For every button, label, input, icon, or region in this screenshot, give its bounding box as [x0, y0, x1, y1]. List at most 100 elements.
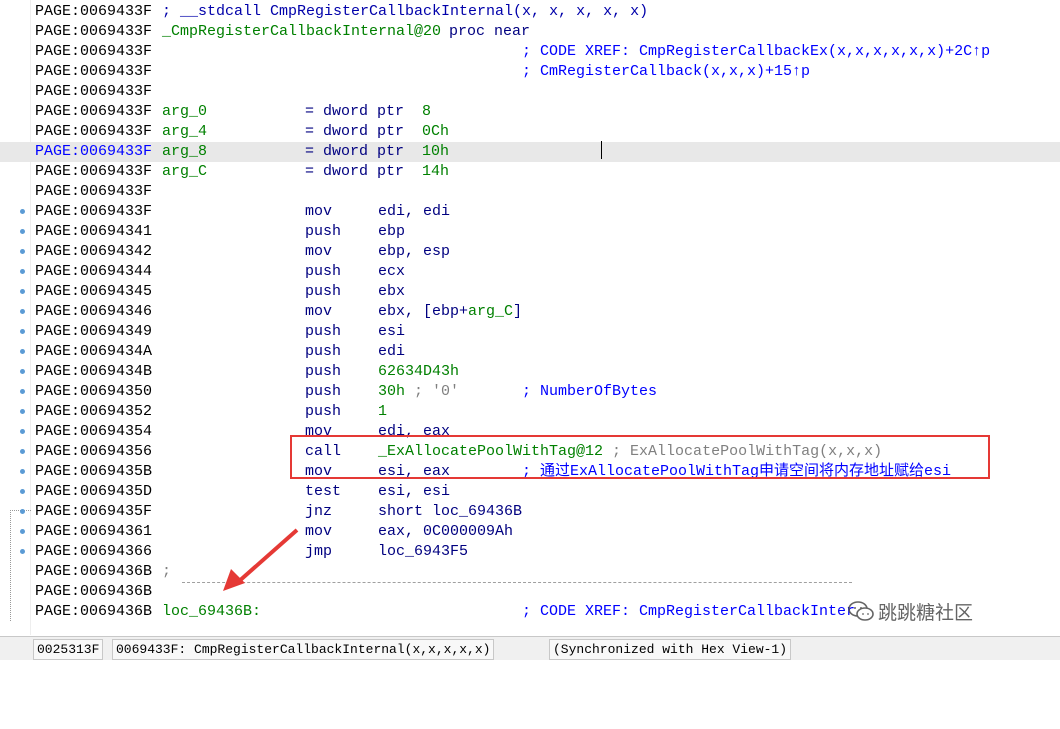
line-comment: ; CODE XREF: CmpRegisterCallbackEx(x,x,x…: [522, 43, 991, 60]
listing-line[interactable]: PAGE:0069436B;: [0, 562, 1060, 582]
line-address: PAGE:0069433F: [35, 83, 153, 100]
operand-text: loc_6943F5: [378, 543, 469, 560]
line-address: PAGE:00694352: [35, 403, 153, 420]
instruction-operands: edi: [378, 342, 405, 362]
instruction-mnemonic: mov: [305, 243, 333, 260]
proc-keyword: proc near: [449, 23, 531, 40]
type-declaration: = dword ptr: [305, 103, 405, 120]
line-address: PAGE:0069433F: [35, 183, 153, 200]
separator-comment: ;: [162, 563, 172, 580]
breakpoint-dot-icon[interactable]: [20, 289, 25, 294]
line-address: PAGE:00694354: [35, 423, 153, 440]
operand-text: ecx: [378, 263, 406, 280]
listing-line[interactable]: PAGE:0069433F: [0, 82, 1060, 102]
label-name: arg_4: [162, 123, 208, 140]
label-name: arg_0: [162, 103, 208, 120]
listing-line[interactable]: PAGE:0069434A push edi: [0, 342, 1060, 362]
listing-line[interactable]: PAGE:0069433F: [0, 182, 1060, 202]
label-name: arg_C: [162, 163, 208, 180]
breakpoint-dot-icon[interactable]: [20, 549, 25, 554]
status-sync: (Synchronized with Hex View-1): [549, 639, 792, 660]
listing-line[interactable]: PAGE:0069433F arg_0 = dword ptr 8: [0, 102, 1060, 122]
listing-line[interactable]: PAGE:0069433F arg_4 = dword ptr 0Ch: [0, 122, 1060, 142]
listing-line[interactable]: PAGE:0069433F arg_C = dword ptr 14h: [0, 162, 1060, 182]
type-declaration: = dword ptr: [305, 163, 405, 180]
listing-line[interactable]: PAGE:00694346 mov ebx, [ebp+arg_C]: [0, 302, 1060, 322]
listing-line[interactable]: PAGE:0069433F ; CmRegisterCallback(x,x,x)…: [0, 62, 1060, 82]
text-cursor: [601, 141, 602, 159]
instruction-operands: esi: [378, 322, 405, 342]
line-address: PAGE:00694366: [35, 543, 153, 560]
line-address: PAGE:0069436B: [35, 603, 153, 620]
operand-text: short loc_69436B: [378, 503, 523, 520]
label-name: loc_69436B:: [162, 603, 262, 620]
listing-line[interactable]: PAGE:0069434B push 62634D43h: [0, 362, 1060, 382]
breakpoint-dot-icon[interactable]: [20, 389, 25, 394]
line-address: PAGE:0069433F: [35, 3, 153, 20]
instruction-operands: eax, 0C000009Ah: [378, 522, 513, 542]
listing-line[interactable]: PAGE:0069433F mov edi, edi: [0, 202, 1060, 222]
disassembly-listing[interactable]: PAGE:0069433F ; __stdcall CmpRegisterCall…: [0, 0, 1060, 635]
breakpoint-dot-icon[interactable]: [20, 449, 25, 454]
breakpoint-dot-icon[interactable]: [20, 269, 25, 274]
line-address: PAGE:0069434A: [35, 343, 153, 360]
listing-line[interactable]: PAGE:00694341 push ebp: [0, 222, 1060, 242]
operand-text: ebp: [378, 223, 406, 240]
breakpoint-dot-icon[interactable]: [20, 209, 25, 214]
instruction-mnemonic: push: [305, 343, 342, 360]
listing-line[interactable]: PAGE:00694361 mov eax, 0C000009Ah: [0, 522, 1060, 542]
instruction-mnemonic: test: [305, 483, 342, 500]
listing-line[interactable]: PAGE:0069433F _CmpRegisterCallbackInterna…: [0, 22, 1060, 42]
listing-line[interactable]: PAGE:0069433F arg_8 = dword ptr 10h: [0, 142, 1060, 162]
operand-text: eax, 0C000009Ah: [378, 523, 514, 540]
line-address: PAGE:0069436B: [35, 563, 153, 580]
breakpoint-dot-icon[interactable]: [20, 509, 25, 514]
breakpoint-dot-icon[interactable]: [20, 369, 25, 374]
operand-text: edi, edi: [378, 203, 451, 220]
breakpoint-dot-icon[interactable]: [20, 329, 25, 334]
listing-line[interactable]: PAGE:0069433F ; CODE XREF: CmpRegisterCal…: [0, 42, 1060, 62]
instruction-operands: ebp: [378, 222, 405, 242]
operand-value: 62634D43h: [378, 363, 460, 380]
line-address: PAGE:0069435F: [35, 503, 153, 520]
instruction-mnemonic: push: [305, 263, 342, 280]
line-address: PAGE:0069436B: [35, 583, 153, 600]
breakpoint-dot-icon[interactable]: [20, 249, 25, 254]
breakpoint-dot-icon[interactable]: [20, 469, 25, 474]
listing-line[interactable]: PAGE:0069435D test esi, esi: [0, 482, 1060, 502]
operand-text: edi: [378, 343, 406, 360]
breakpoint-dot-icon[interactable]: [20, 229, 25, 234]
listing-line[interactable]: PAGE:00694350 push 30h ; '0' ; NumberOfByte…: [0, 382, 1060, 402]
listing-line[interactable]: PAGE:0069433F ; __stdcall CmpRegisterCall…: [0, 2, 1060, 22]
listing-line[interactable]: PAGE:00694342 mov ebp, esp: [0, 242, 1060, 262]
listing-line[interactable]: PAGE:00694352 push 1: [0, 402, 1060, 422]
function-signature-comment: ; __stdcall CmpRegisterCallbackInternal(…: [162, 3, 649, 20]
listing-line[interactable]: PAGE:00694344 push ecx: [0, 262, 1060, 282]
line-address: PAGE:00694361: [35, 523, 153, 540]
line-address: PAGE:0069433F: [35, 23, 153, 40]
breakpoint-dot-icon[interactable]: [20, 489, 25, 494]
breakpoint-dot-icon[interactable]: [20, 529, 25, 534]
instruction-mnemonic: mov: [305, 203, 333, 220]
line-address: PAGE:0069435B: [35, 463, 153, 480]
instruction-operands: ebp, esp: [378, 242, 450, 262]
breakpoint-dot-icon[interactable]: [20, 409, 25, 414]
operand-suffix: ]: [513, 303, 523, 320]
instruction-mnemonic: mov: [305, 303, 333, 320]
line-comment: ; CmRegisterCallback(x,x,x)+15↑p: [522, 63, 811, 80]
listing-line[interactable]: PAGE:00694349 push esi: [0, 322, 1060, 342]
declaration-value: 0Ch: [422, 123, 450, 140]
breakpoint-dot-icon[interactable]: [20, 309, 25, 314]
label-name: arg_8: [162, 143, 208, 160]
breakpoint-dot-icon[interactable]: [20, 429, 25, 434]
listing-line[interactable]: PAGE:00694366 jmp loc_6943F5: [0, 542, 1060, 562]
instruction-operands: loc_6943F5: [378, 542, 468, 562]
line-comment: ; CODE XREF: CmpRegisterCallbackInter: [522, 603, 856, 620]
listing-line[interactable]: PAGE:0069435F jnz short loc_69436B: [0, 502, 1060, 522]
listing-line[interactable]: PAGE:00694345 push ebx: [0, 282, 1060, 302]
breakpoint-dot-icon[interactable]: [20, 349, 25, 354]
line-address: PAGE:00694356: [35, 443, 153, 460]
instruction-operands: ebx: [378, 282, 405, 302]
line-address: PAGE:0069435D: [35, 483, 153, 500]
line-address: PAGE:0069434B: [35, 363, 153, 380]
